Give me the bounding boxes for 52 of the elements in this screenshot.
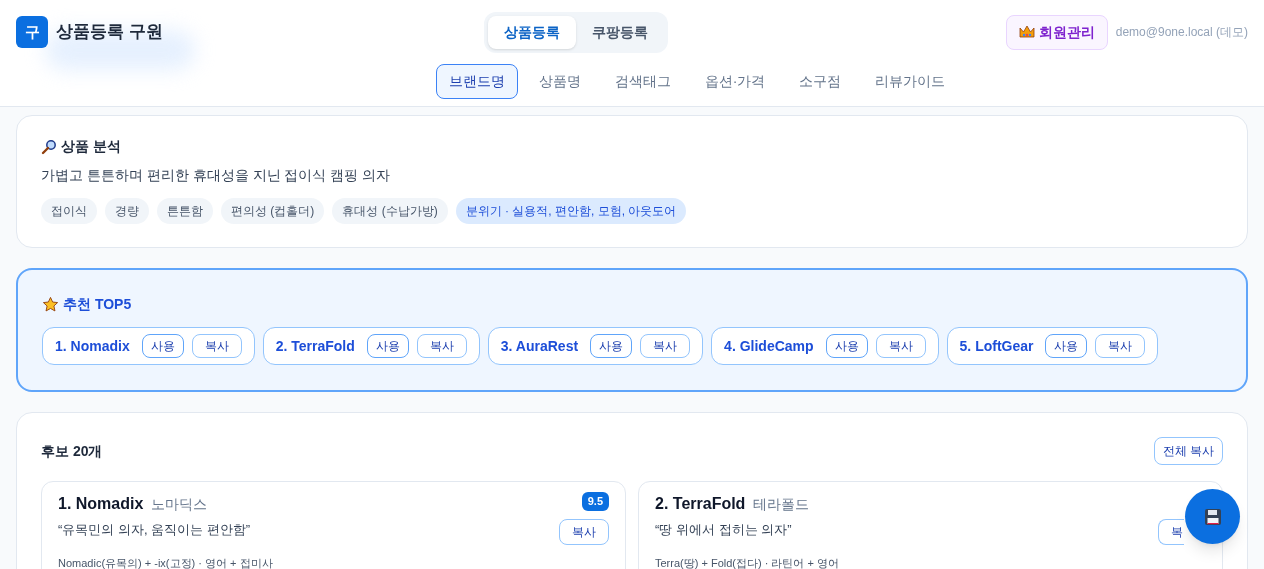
keyword-tag: 경량 (105, 198, 149, 224)
brand-name: 3. AuraRest (500, 336, 579, 356)
brand-name: 5. LoftGear (959, 336, 1034, 356)
brand-origin: Nomadic(유목의) + -ix(고정) · 영어 + 접미사 (58, 555, 274, 569)
section-title: 상품 분석 (61, 137, 121, 156)
section-tab[interactable]: 상품명 (525, 64, 594, 99)
keyword-tag: 편의성 (컵홀더) (221, 198, 325, 224)
section-tab[interactable]: 검색태그 (601, 64, 684, 99)
app-title: 상품등록 구원 (56, 21, 163, 44)
brand-slogan: “땅 위에서 접히는 의자” (655, 521, 793, 539)
mode-tab[interactable]: 상품등록 (488, 15, 576, 49)
section-tab[interactable]: 브랜드명 (435, 64, 518, 99)
star-icon (42, 296, 59, 313)
section-title: 후보 20개 (41, 441, 103, 461)
copy-button[interactable]: 복사 (191, 334, 242, 358)
section-tab[interactable]: 소구점 (786, 64, 855, 99)
mode-tab[interactable]: 쿠팡등록 (576, 15, 664, 49)
score-badge: 9.5 (581, 492, 609, 511)
brand-origin: Terra(땅) + Fold(접다) · 라틴어 + 영어 (655, 556, 840, 569)
keyword-tag: 튼튼함 (157, 198, 213, 224)
logo: 구 (16, 16, 48, 48)
brand-name: 2. TerraFold (275, 336, 355, 356)
member-button[interactable]: 회원관리 (1005, 14, 1108, 50)
copy-button[interactable]: 복사 (1095, 334, 1146, 358)
brand-name: 1. Nomadix (55, 336, 130, 356)
copy-button[interactable]: 복사 (640, 334, 691, 358)
magnifier-icon (41, 138, 57, 155)
brand-name: 2. TerraFold (655, 494, 746, 514)
keyword-tag: 분위기 · 실용적, 편안함, 모험, 아웃도어 (455, 198, 687, 224)
copy-all-button[interactable]: 전체 복사 (1153, 437, 1223, 465)
section-title: 추천 TOP5 (63, 295, 132, 314)
section-tab[interactable]: 옵션·가격 (691, 64, 779, 99)
use-button[interactable]: 사용 (590, 334, 633, 358)
use-button[interactable]: 사용 (141, 334, 184, 358)
keyword-tag: 접이식 (41, 198, 97, 224)
use-button[interactable]: 사용 (366, 334, 409, 358)
copy-button[interactable]: 복사 (559, 518, 609, 545)
crown-icon (1018, 25, 1035, 39)
brand-name: 1. Nomadix (58, 494, 144, 514)
product-summary: 가볍고 튼튼하며 편리한 휴대성을 지닌 접이식 캠핑 의자 (41, 166, 392, 185)
user-email: demo@9one.local (데모) (1115, 24, 1248, 41)
copy-button[interactable]: 복 (1158, 519, 1184, 545)
brand-name: 4. GlideCamp (724, 336, 814, 356)
keyword-tag: 휴대성 (수납가방) (332, 198, 448, 224)
brand-reading: 테라폴드 (753, 495, 810, 514)
copy-button[interactable]: 복사 (416, 334, 467, 358)
brand-slogan: “유목민의 의자, 움직이는 편안함” (58, 521, 251, 539)
use-button[interactable]: 사용 (825, 334, 868, 358)
brand-reading: 노마딕스 (151, 495, 208, 514)
section-tab[interactable]: 리뷰가이드 (862, 64, 959, 99)
copy-button[interactable]: 복사 (875, 334, 926, 358)
use-button[interactable]: 사용 (1045, 334, 1088, 358)
